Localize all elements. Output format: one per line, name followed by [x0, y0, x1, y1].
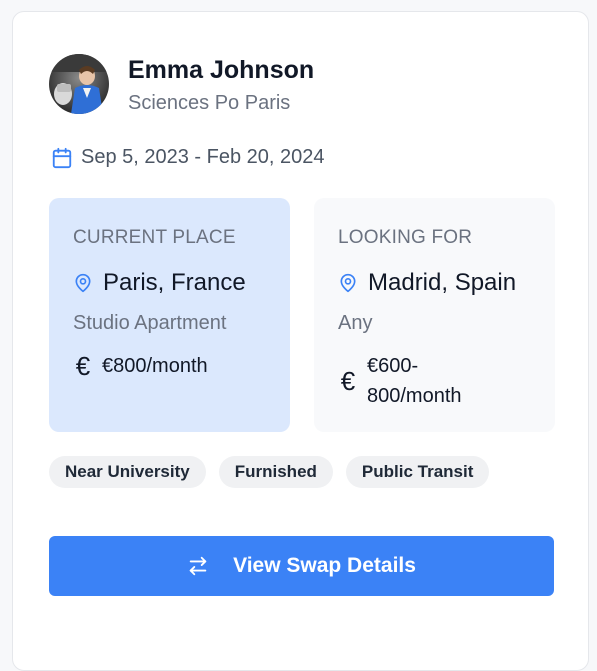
tag-list: Near University Furnished Public Transit — [49, 456, 502, 488]
current-location: Paris, France — [73, 269, 266, 297]
looking-for-title: LOOKING FOR — [338, 227, 473, 248]
current-price-text: €800/month — [102, 355, 208, 377]
looking-property-type: Any — [338, 312, 373, 334]
current-location-text: Paris, France — [103, 269, 246, 296]
current-place-panel: CURRENT PLACE Paris, France Studio Apart… — [49, 198, 290, 432]
swap-card: Emma Johnson Sciences Po Paris Sep 5, 20… — [12, 11, 589, 671]
looking-price: € €600-800/month — [338, 351, 531, 411]
date-range-text: Sep 5, 2023 - Feb 20, 2024 — [81, 146, 325, 168]
map-pin-icon — [338, 272, 358, 294]
looking-location: Madrid, Spain — [338, 269, 531, 297]
euro-icon: € — [75, 351, 91, 381]
looking-price-text: €600-800/month — [367, 355, 462, 407]
calendar-icon — [51, 147, 73, 169]
view-swap-details-label: View Swap Details — [233, 554, 416, 577]
avatar[interactable] — [49, 54, 109, 114]
profile-text: Emma Johnson Sciences Po Paris — [128, 54, 314, 115]
view-swap-details-button[interactable]: View Swap Details — [49, 536, 554, 596]
tag-furnished[interactable]: Furnished — [218, 456, 333, 488]
date-range: Sep 5, 2023 - Feb 20, 2024 — [51, 146, 325, 169]
profile-header: Emma Johnson Sciences Po Paris — [49, 54, 314, 115]
swap-arrows-icon — [187, 555, 209, 577]
tag-near-university[interactable]: Near University — [49, 456, 206, 488]
euro-icon: € — [340, 366, 356, 396]
looking-location-text: Madrid, Spain — [368, 269, 517, 296]
current-place-title: CURRENT PLACE — [73, 227, 236, 248]
current-price: € €800/month — [73, 351, 266, 381]
user-name: Emma Johnson — [128, 56, 315, 84]
tag-public-transit[interactable]: Public Transit — [345, 456, 490, 488]
map-pin-icon — [73, 272, 93, 294]
looking-for-panel: LOOKING FOR Madrid, Spain Any € €600-800… — [314, 198, 555, 432]
user-school: Sciences Po Paris — [128, 92, 291, 114]
current-property-type: Studio Apartment — [73, 312, 227, 334]
